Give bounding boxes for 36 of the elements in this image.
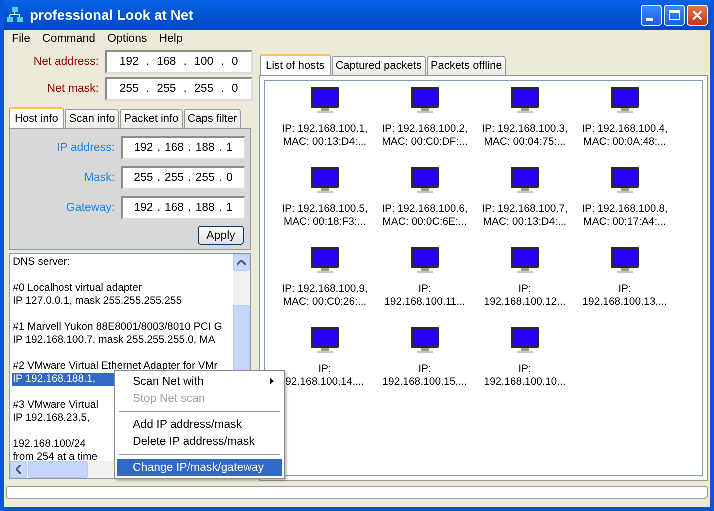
window-title: professional Look at Net [30, 7, 194, 23]
host-label: MAC: 00:13:D4:... [483, 216, 567, 229]
host-label: IP: [418, 283, 432, 296]
host-label: MAC: 00:17:A4:... [584, 216, 666, 229]
host-label: IP: [618, 283, 632, 296]
field-label: Mask: [83, 172, 115, 184]
host-label: 92.168.100.14,... [286, 376, 364, 389]
field-label: Net mask: [46, 83, 99, 95]
host-label: IP: [518, 363, 532, 376]
host-label: MAC: 00:13:D4:... [283, 136, 367, 149]
host-label: IP: 192.168.100.1, [282, 123, 368, 136]
host-label: 192.168.100.15,... [382, 376, 468, 389]
host-label: MAC: 00:18:F3:... [284, 216, 366, 229]
field-label: Net address: [32, 56, 99, 68]
host-label: MAC: 00:C0:DF:... [382, 136, 468, 149]
host-label: IP: [318, 363, 332, 376]
field-label: IP address: [56, 142, 115, 154]
host-label: IP: 192.168.100.8, [582, 203, 668, 216]
host-label: IP: [518, 283, 532, 296]
host-label: IP: [418, 363, 432, 376]
host-label: MAC: 00:0A:48:... [584, 136, 666, 149]
host-label: 192.168.100.12... [484, 296, 566, 309]
host-label: 192.168.100.11... [384, 296, 466, 309]
host-label: IP: 192.168.100.3, [482, 123, 568, 136]
host-label: MAC: 00:0C:6E:... [382, 216, 468, 229]
host-label: IP: 192.168.100.6, [382, 203, 468, 216]
host-label: MAC: 00:C0:26:... [283, 296, 367, 309]
host-label: 192.168.100.10... [484, 376, 566, 389]
host-label: IP: 192.168.100.2, [382, 123, 468, 136]
field-label: Gateway: [65, 202, 115, 214]
host-label: IP: 192.168.100.5, [282, 203, 368, 216]
host-label: IP: 192.168.100.9, [282, 283, 368, 296]
host-label: MAC: 00:04:75:... [484, 136, 566, 149]
host-label: 192.168.100.13,... [582, 296, 668, 309]
host-label: IP: 192.168.100.4, [582, 123, 668, 136]
host-label: IP: 192.168.100.7, [482, 203, 568, 216]
